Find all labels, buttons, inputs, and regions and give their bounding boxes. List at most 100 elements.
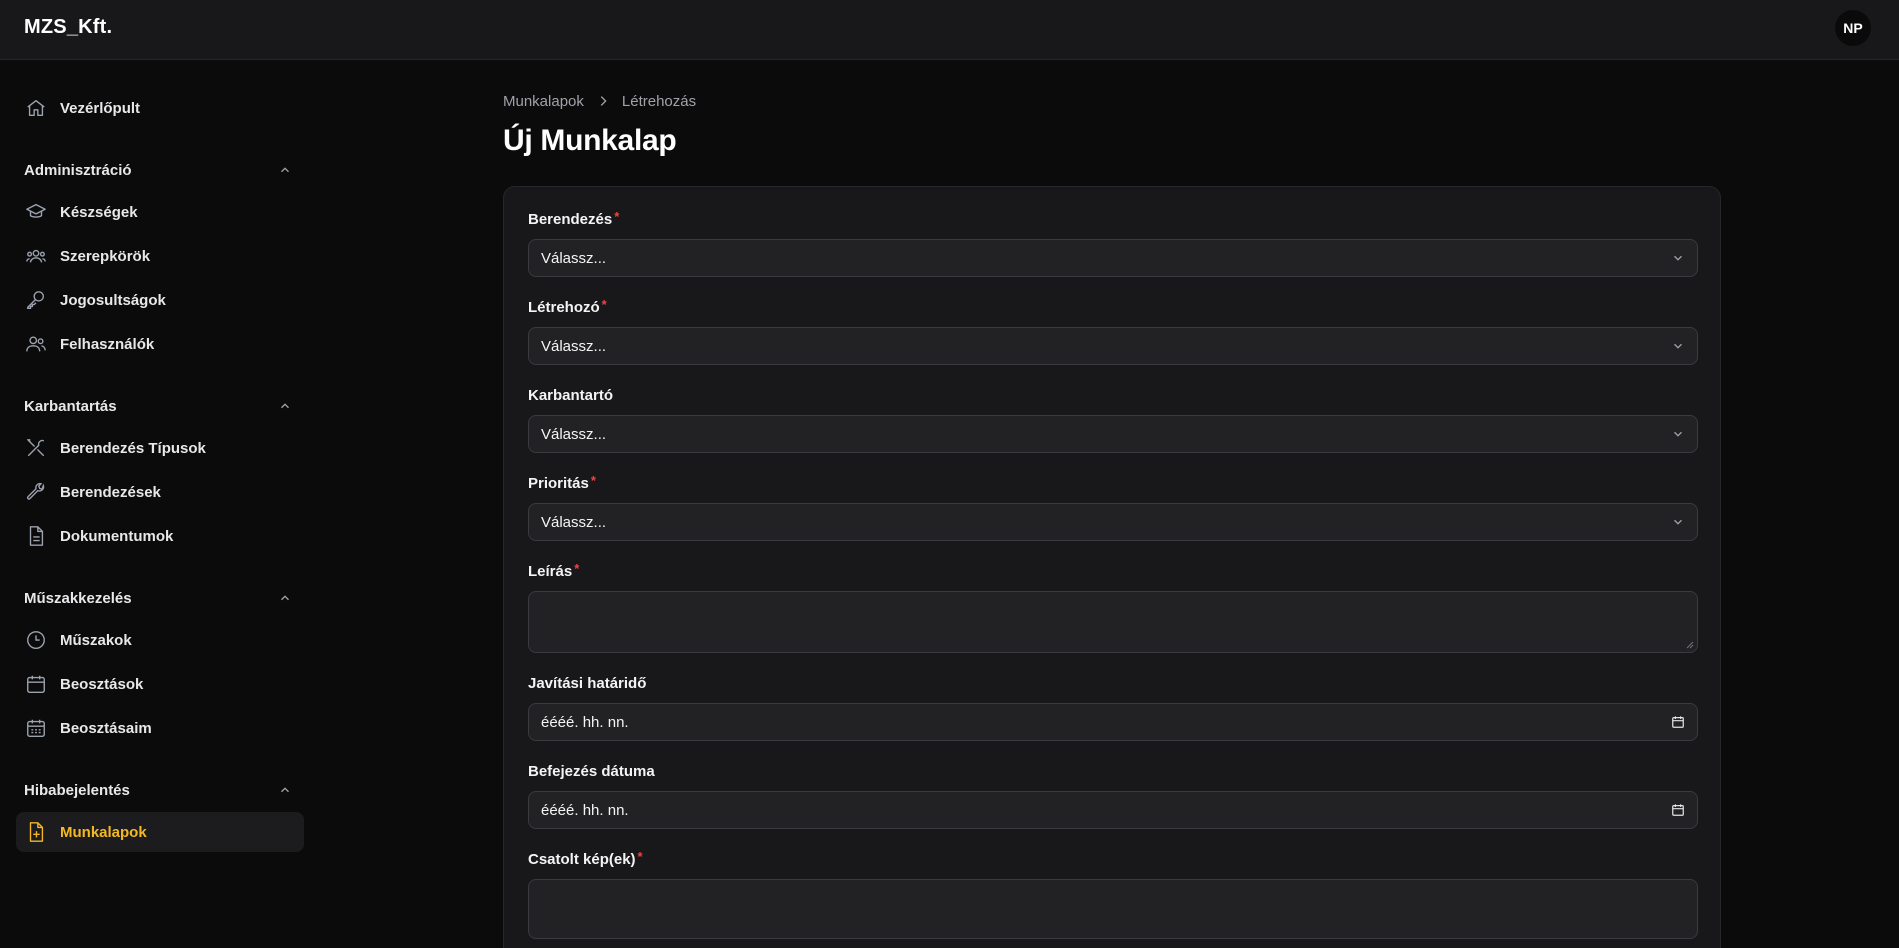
group-title: Hibabejelentés: [24, 781, 130, 799]
sidebar-item-muszakok[interactable]: Műszakok: [16, 620, 304, 660]
field-letrehozo: Létrehozó * Válassz...: [528, 297, 1698, 365]
field-label: Javítási határidő: [528, 675, 647, 692]
image-upload-dropzone[interactable]: [528, 879, 1698, 939]
required-mark: *: [614, 209, 620, 224]
field-label: Létrehozó: [528, 299, 600, 316]
field-csatolt-kepek: Csatolt kép(ek) *: [528, 849, 1698, 939]
date-value: éééé. hh. nn.: [541, 801, 629, 819]
required-mark: *: [637, 849, 643, 864]
chevron-up-icon: [281, 167, 289, 173]
tools-icon: [24, 436, 48, 460]
sidebar-item-keszsegek[interactable]: Készségek: [16, 192, 304, 232]
sidebar-item-label: Berendezés Típusok: [60, 439, 206, 457]
breadcrumb-parent-link[interactable]: Munkalapok: [503, 93, 584, 110]
sidebar-item-dashboard[interactable]: Vezérlőpult: [16, 88, 304, 128]
field-label: Csatolt kép(ek): [528, 851, 636, 868]
required-mark: *: [601, 297, 607, 312]
field-karbantarto: Karbantartó Válassz...: [528, 387, 1698, 453]
field-label: Berendezés: [528, 211, 613, 228]
clock-icon: [24, 628, 48, 652]
select-value: Válassz...: [541, 337, 607, 355]
group-title: Műszakkezelés: [24, 589, 132, 607]
breadcrumb-current: Létrehozás: [621, 92, 697, 110]
calendar-icon[interactable]: [1671, 803, 1685, 817]
field-leiras: Leírás *: [528, 561, 1698, 653]
field-javitasi-hatarido: Javítási határidő éééé. hh. nn.: [528, 675, 1698, 741]
calendar-icon[interactable]: [1671, 715, 1685, 729]
wrench-icon: [24, 480, 48, 504]
sidebar-item-label: Jogosultságok: [60, 291, 166, 309]
leiras-textarea[interactable]: [528, 591, 1698, 653]
select-value: Válassz...: [541, 425, 607, 443]
sidebar-item-label: Berendezések: [60, 483, 161, 501]
sidebar-item-jogosultsagok[interactable]: Jogosultságok: [16, 280, 304, 320]
chevron-down-icon: [1674, 519, 1682, 525]
date-value: éééé. hh. nn.: [541, 713, 629, 731]
javitasi-hatarido-date-input[interactable]: éééé. hh. nn.: [528, 703, 1698, 741]
home-icon: [24, 96, 48, 120]
sidebar-item-label: Beosztások: [60, 675, 144, 693]
sidebar-item-munkalapok[interactable]: Munkalapok: [16, 812, 304, 852]
field-label: Leírás: [528, 563, 573, 580]
sidebar-item-label: Felhasználók: [60, 335, 155, 353]
group-toggle-hibabejelentes[interactable]: Hibabejelentés: [16, 778, 304, 802]
users-group-icon: [24, 244, 48, 268]
chevron-down-icon: [1674, 431, 1682, 437]
group-toggle-adminisztracio[interactable]: Adminisztráció: [16, 158, 304, 182]
sidebar-item-berendezes-tipusok[interactable]: Berendezés Típusok: [16, 428, 304, 468]
document-icon: [24, 524, 48, 548]
sidebar-item-label: Műszakok: [60, 631, 132, 649]
chevron-up-icon: [281, 595, 289, 601]
graduation-cap-icon: [24, 200, 48, 224]
group-toggle-karbantartas[interactable]: Karbantartás: [16, 394, 304, 418]
field-prioritas: Prioritás * Válassz...: [528, 473, 1698, 541]
field-label: Karbantartó: [528, 387, 614, 404]
sidebar-item-label: Szerepkörök: [60, 247, 151, 265]
sidebar-item-label: Beosztásaim: [60, 719, 152, 737]
group-title: Adminisztráció: [24, 161, 132, 179]
field-befejezes-datuma: Befejezés dátuma éééé. hh. nn.: [528, 763, 1698, 829]
resize-grip-icon[interactable]: [1686, 641, 1694, 649]
sidebar-item-felhasznalok[interactable]: Felhasználók: [16, 324, 304, 364]
sidebar-item-beosztasaim[interactable]: Beosztásaim: [16, 708, 304, 748]
brand-logo[interactable]: MZS_Kft.: [24, 16, 112, 39]
sidebar-item-dokumentumok[interactable]: Dokumentumok: [16, 516, 304, 556]
sidebar-item-label: Munkalapok: [60, 823, 147, 841]
letrehozo-select[interactable]: Válassz...: [528, 327, 1698, 365]
karbantarto-select[interactable]: Válassz...: [528, 415, 1698, 453]
berendezes-select[interactable]: Válassz...: [528, 239, 1698, 277]
sidebar-item-label: Dokumentumok: [60, 527, 174, 545]
sidebar-item-szerepkorok[interactable]: Szerepkörök: [16, 236, 304, 276]
users-icon: [24, 332, 48, 356]
page-title: Új Munkalap: [503, 124, 677, 157]
sidebar-item-berendezesek[interactable]: Berendezések: [16, 472, 304, 512]
worksheet-form: Berendezés * Válassz... Létrehozó * Válass…: [503, 186, 1721, 948]
befejezes-datuma-date-input[interactable]: éééé. hh. nn.: [528, 791, 1698, 829]
required-mark: *: [590, 473, 596, 488]
user-avatar[interactable]: NP: [1835, 10, 1871, 46]
chevron-right-icon: [596, 94, 610, 108]
chevron-down-icon: [1674, 255, 1682, 261]
prioritas-select[interactable]: Válassz...: [528, 503, 1698, 541]
sidebar-item-label: Vezérlőpult: [60, 99, 141, 117]
main-content: Munkalapok Létrehozás Új Munkalap Berend…: [503, 90, 1721, 948]
breadcrumb: Munkalapok Létrehozás: [503, 90, 1721, 112]
field-berendezes: Berendezés * Válassz...: [528, 209, 1698, 277]
group-toggle-muszakkezeles[interactable]: Műszakkezelés: [16, 586, 304, 610]
calendar-icon: [24, 672, 48, 696]
select-value: Válassz...: [541, 513, 607, 531]
field-label: Prioritás: [528, 475, 589, 492]
required-mark: *: [574, 561, 580, 576]
key-icon: [24, 288, 48, 312]
select-value: Válassz...: [541, 249, 607, 267]
top-bar: MZS_Kft. NP: [0, 0, 1899, 60]
sidebar-item-beosztasok[interactable]: Beosztások: [16, 664, 304, 704]
calendar-days-icon: [24, 716, 48, 740]
sidebar-item-label: Készségek: [60, 203, 138, 221]
sidebar: Vezérlőpult Adminisztráció Készségek Sze…: [16, 88, 304, 856]
chevron-up-icon: [281, 403, 289, 409]
group-title: Karbantartás: [24, 397, 117, 415]
field-label: Befejezés dátuma: [528, 763, 655, 780]
chevron-down-icon: [1674, 343, 1682, 349]
document-plus-icon: [24, 820, 48, 844]
